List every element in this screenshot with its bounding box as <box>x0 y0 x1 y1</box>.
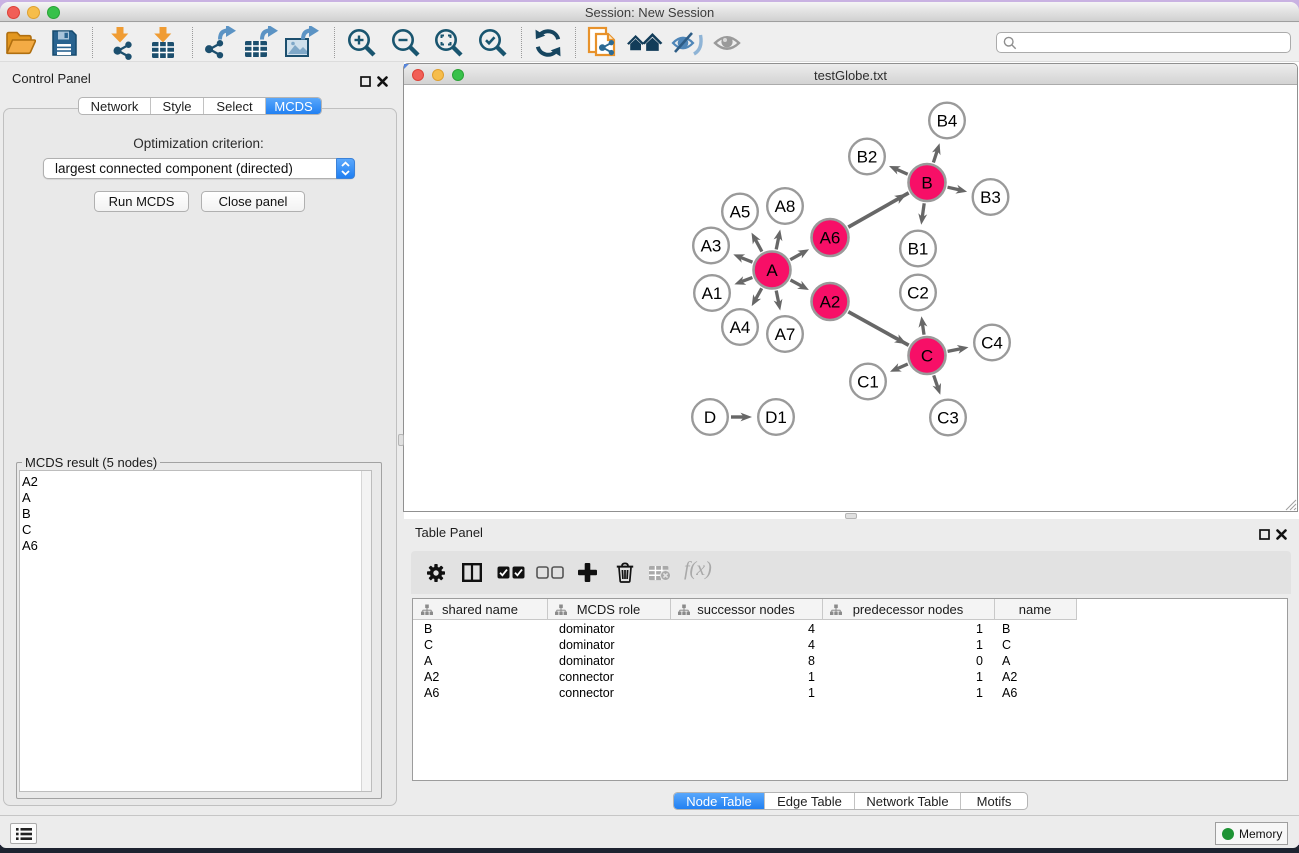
svg-text:B4: B4 <box>937 111 958 130</box>
svg-text:C4: C4 <box>981 333 1003 352</box>
svg-text:B3: B3 <box>980 188 1001 207</box>
svg-text:A2: A2 <box>820 292 841 311</box>
svg-text:B: B <box>921 173 932 192</box>
svg-text:A4: A4 <box>730 318 751 337</box>
svg-text:C2: C2 <box>907 283 929 302</box>
svg-text:D: D <box>704 408 716 427</box>
svg-text:A7: A7 <box>775 325 796 344</box>
svg-text:B2: B2 <box>857 147 878 166</box>
svg-text:A8: A8 <box>775 197 796 216</box>
svg-text:C1: C1 <box>857 372 879 391</box>
svg-text:A5: A5 <box>730 202 751 221</box>
svg-text:D1: D1 <box>765 408 787 427</box>
svg-text:A1: A1 <box>702 284 723 303</box>
svg-text:C: C <box>921 346 933 365</box>
svg-text:A6: A6 <box>820 228 841 247</box>
svg-text:C3: C3 <box>937 408 959 427</box>
svg-text:B1: B1 <box>908 239 929 258</box>
svg-text:A3: A3 <box>701 236 722 255</box>
svg-text:A: A <box>766 261 778 280</box>
